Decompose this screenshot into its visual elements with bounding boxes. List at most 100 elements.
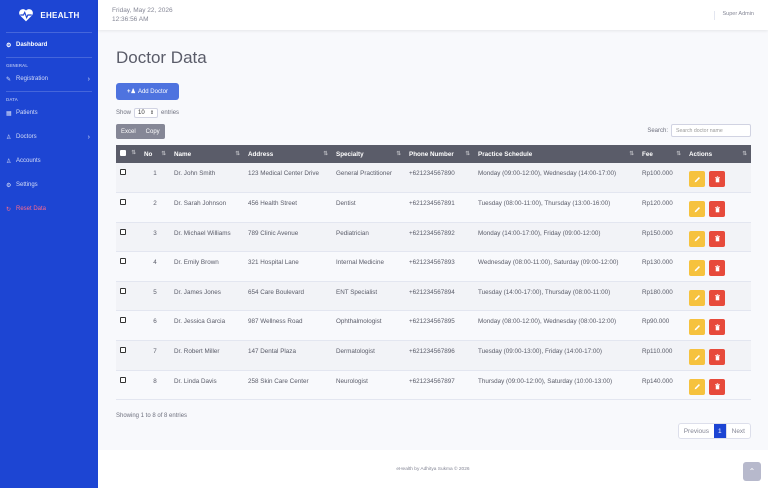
row-checkbox[interactable] (120, 169, 126, 175)
sidebar-item-registration[interactable]: ✎ Registration › (0, 71, 98, 87)
column-header-no[interactable]: No ⇅ (140, 145, 170, 163)
cell-schedule: Tuesday (09:00-13:00), Friday (14:00-17:… (474, 340, 638, 371)
sidebar-item-doctors[interactable]: ♙ Doctors › (0, 129, 98, 145)
cell-address: 258 Skin Care Center (244, 370, 332, 401)
scroll-to-top-button[interactable]: ⌃ (743, 462, 761, 481)
edit-button[interactable] (689, 349, 705, 366)
cell-select (116, 251, 140, 282)
row-checkbox[interactable] (120, 199, 126, 206)
edit-button[interactable] (689, 171, 705, 187)
excel-button[interactable]: Excel (116, 124, 141, 139)
delete-button[interactable] (709, 230, 725, 247)
user-menu[interactable]: Super Admin (713, 11, 754, 20)
cell-specialty: Neurologist (332, 370, 405, 401)
cell-actions (685, 370, 751, 401)
sort-icon: ⇅ (676, 150, 681, 157)
cell-actions (685, 251, 751, 282)
delete-button[interactable] (709, 349, 725, 366)
cell-address: 654 Care Boulevard (244, 281, 332, 312)
cell-no: 1 (140, 163, 170, 194)
select-all-checkbox[interactable] (120, 150, 126, 156)
chevron-right-icon: › (87, 75, 90, 83)
delete-button[interactable] (709, 260, 725, 277)
cell-specialty: ENT Specialist (332, 281, 405, 312)
cell-actions (685, 310, 751, 342)
edit-button[interactable] (689, 289, 705, 306)
sidebar-item-reset-data[interactable]: ↻ Reset Data (0, 201, 98, 217)
delete-button[interactable] (709, 201, 725, 218)
row-checkbox[interactable] (120, 376, 126, 383)
column-header-actions[interactable]: Actions ⇅ (685, 145, 751, 163)
cell-actions (685, 163, 751, 194)
pencil-icon (694, 236, 700, 242)
cell-select (116, 281, 140, 312)
cell-name: Dr. Emily Brown (170, 251, 244, 282)
cell-fee: Rp110.000 (638, 340, 685, 371)
next-page-button[interactable]: Next (725, 424, 750, 438)
table-row: 1 Dr. John Smith 123 Medical Center Drive G… (116, 163, 751, 194)
column-header-specialty[interactable]: Specialty ⇅ (332, 145, 405, 163)
sidebar-item-settings[interactable]: ⚙ Settings (0, 177, 98, 193)
delete-button[interactable] (709, 171, 725, 187)
copy-button[interactable]: Copy (141, 124, 165, 139)
sidebar-heading-data: DATA (6, 97, 18, 102)
trash-icon (714, 353, 720, 360)
delete-button[interactable] (709, 378, 725, 395)
pencil-icon (694, 354, 700, 360)
edit-button[interactable] (689, 230, 705, 247)
main-content: Doctor Data +♟ Add Doctor Show 10 ⇕ entr… (98, 30, 768, 450)
cell-address: 147 Dental Plaza (244, 340, 332, 371)
cell-address: 789 Clinic Avenue (244, 222, 332, 253)
column-header-schedule[interactable]: Practice Schedule ⇅ (474, 145, 638, 163)
delete-button[interactable] (709, 289, 725, 306)
row-checkbox[interactable] (120, 347, 126, 354)
sidebar-item-patients[interactable]: ▦ Patients (0, 105, 98, 121)
entries-select[interactable]: 10 ⇕ (134, 108, 159, 118)
row-checkbox[interactable] (120, 258, 126, 265)
current-time: 12:36:56 AM (112, 16, 149, 23)
cell-address: 456 Health Street (244, 192, 332, 223)
pencil-icon (694, 295, 700, 301)
cell-name: Dr. Linda Davis (170, 370, 244, 401)
cell-name: Dr. Sarah Johnson (170, 192, 244, 223)
sidebar-item-label: Doctors (16, 134, 37, 140)
row-checkbox[interactable] (120, 287, 126, 294)
cell-phone: +621234567891 (405, 192, 474, 223)
previous-page-button[interactable]: Previous (679, 424, 714, 438)
brand[interactable]: EHEALTH (0, 0, 98, 30)
table-row: 8 Dr. Linda Davis 258 Skin Care Center Neur… (116, 370, 751, 401)
edit-button[interactable] (689, 319, 705, 336)
cell-fee: Rp120.000 (638, 192, 685, 223)
sort-icon: ⇅ (323, 150, 328, 157)
row-checkbox[interactable] (120, 228, 126, 235)
cell-name: Dr. Robert Miller (170, 340, 244, 371)
column-header-address[interactable]: Address ⇅ (244, 145, 332, 163)
delete-button[interactable] (709, 319, 725, 336)
column-header-fee[interactable]: Fee ⇅ (638, 145, 685, 163)
add-doctor-button[interactable]: +♟ Add Doctor (116, 83, 179, 100)
cell-select (116, 370, 140, 401)
cell-schedule: Monday (09:00-12:00), Wednesday (14:00-1… (474, 163, 638, 194)
sidebar-item-dashboard[interactable]: ⚙ Dashboard (0, 37, 98, 53)
edit-button[interactable] (689, 378, 705, 395)
cell-actions (685, 281, 751, 312)
trash-icon (714, 175, 720, 182)
sort-icon: ⇅ (465, 150, 470, 157)
trash-icon (714, 294, 720, 301)
sidebar-item-accounts[interactable]: ♙ Accounts (0, 153, 98, 169)
cell-name: Dr. John Smith (170, 163, 244, 194)
table-header-row: ⇅ No ⇅ Name ⇅ Address ⇅ Specialty ⇅ Phone Nu… (116, 145, 751, 163)
footer-text: eHealth by Adhitya Sukma © 2026 (396, 467, 470, 472)
table-info: Showing 1 to 8 of 8 entries (116, 413, 188, 419)
row-checkbox[interactable] (120, 317, 126, 324)
plus-user-icon: +♟ (127, 89, 136, 95)
column-header-name[interactable]: Name ⇅ (170, 145, 244, 163)
trash-icon (714, 265, 720, 272)
search-input[interactable]: Search doctor name (671, 124, 751, 137)
edit-button[interactable] (689, 260, 705, 277)
page-1-button[interactable]: 1 (714, 424, 726, 438)
cell-address: 321 Hospital Lane (244, 251, 332, 282)
edit-button[interactable] (689, 201, 705, 218)
cell-name: Dr. James Jones (170, 281, 244, 312)
column-header-phone[interactable]: Phone Number ⇅ (405, 145, 474, 163)
